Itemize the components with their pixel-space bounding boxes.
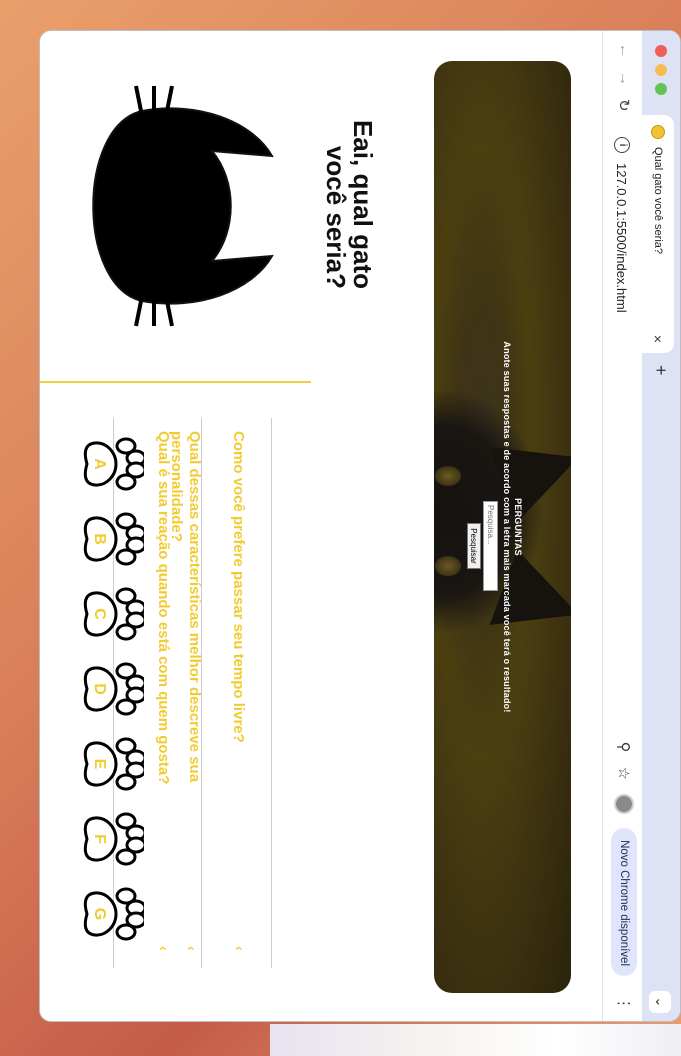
- hero-subheading: Anote suas respostas e de acordo com a l…: [502, 341, 512, 713]
- page-content: PERGUNTAS Anote suas respostas e de acor…: [39, 31, 602, 1022]
- answer-options: A B C D E F G: [80, 436, 147, 942]
- option-e-button[interactable]: E: [80, 736, 147, 792]
- back-arrow-icon[interactable]: ←: [616, 43, 633, 58]
- tab-close-icon[interactable]: ×: [650, 335, 666, 343]
- info-icon[interactable]: i: [614, 137, 630, 153]
- profile-avatar[interactable]: [614, 794, 634, 815]
- option-a-button[interactable]: A: [80, 436, 147, 492]
- question-2[interactable]: Qual dessas características melhor descr…: [167, 431, 203, 811]
- option-letter: A: [91, 458, 108, 470]
- question-2-chevron-icon[interactable]: ‹: [184, 946, 200, 951]
- search-form: Pesquisar: [467, 501, 498, 591]
- chrome-update-button[interactable]: Novo Chrome disponível: [611, 828, 637, 976]
- hero-banner: PERGUNTAS Anote suas respostas e de acor…: [434, 61, 571, 993]
- option-b-button[interactable]: B: [80, 511, 147, 567]
- rotated-viewport: Qual gato você seria? × + ⌄ ← → ↻ i 127.…: [39, 30, 681, 1022]
- window-controls: [655, 45, 667, 95]
- toolbar-actions: ⚲ ☆ Novo Chrome disponível ⋮: [611, 742, 637, 1011]
- option-d-button[interactable]: D: [80, 661, 147, 717]
- minimize-window-button[interactable]: [655, 64, 667, 76]
- tab-search-button[interactable]: ⌄: [649, 991, 671, 1013]
- question-1[interactable]: Como você prefere passar seu tempo livre…: [229, 431, 247, 811]
- url-text: 127.0.0.1:5500/index.html: [614, 163, 630, 313]
- cat-favicon-icon: [651, 125, 665, 139]
- hero-cat-eye: [435, 556, 461, 576]
- cat-silhouette-icon: [92, 85, 274, 327]
- close-window-button[interactable]: [655, 45, 667, 57]
- option-c-button[interactable]: C: [80, 586, 147, 642]
- option-letter: B: [91, 533, 108, 545]
- desktop-background-strip: [270, 1024, 681, 1056]
- question-1-chevron-icon[interactable]: ‹: [232, 946, 248, 951]
- hero-text: PERGUNTAS Anote suas respostas e de acor…: [502, 61, 523, 993]
- page-title: Eai, qual gato você seria?: [321, 119, 378, 289]
- new-tab-button[interactable]: +: [650, 365, 671, 376]
- address-bar[interactable]: i 127.0.0.1:5500/index.html: [607, 127, 637, 727]
- star-icon[interactable]: ☆: [615, 767, 633, 780]
- question-3-chevron-icon[interactable]: ‹: [156, 946, 172, 951]
- tab-strip: Qual gato você seria? × + ⌄: [642, 31, 680, 1022]
- tab-active[interactable]: Qual gato você seria? ×: [642, 115, 674, 353]
- question-divider: [271, 418, 272, 968]
- option-letter: F: [91, 834, 108, 844]
- search-button[interactable]: Pesquisar: [467, 523, 481, 569]
- option-g-button[interactable]: G: [80, 886, 147, 942]
- option-letter: C: [91, 608, 108, 620]
- option-letter: E: [91, 758, 108, 770]
- maximize-window-button[interactable]: [655, 83, 667, 95]
- forward-arrow-icon[interactable]: →: [616, 71, 633, 86]
- tab-title: Qual gato você seria?: [652, 147, 664, 255]
- section-divider: [39, 381, 311, 383]
- zoom-icon[interactable]: ⚲: [615, 742, 633, 753]
- browser-toolbar: ← → ↻ i 127.0.0.1:5500/index.html ⚲ ☆ No…: [602, 31, 642, 1022]
- hero-heading: PERGUNTAS: [513, 498, 523, 556]
- hero-cat-eye: [435, 466, 461, 486]
- search-input[interactable]: [483, 501, 498, 591]
- option-letter: G: [91, 907, 108, 921]
- option-letter: D: [91, 683, 108, 695]
- reload-icon[interactable]: ↻: [615, 99, 633, 112]
- kebab-menu-icon[interactable]: ⋮: [615, 996, 633, 1011]
- browser-window: Qual gato você seria? × + ⌄ ← → ↻ i 127.…: [39, 30, 681, 1022]
- option-f-button[interactable]: F: [80, 811, 147, 867]
- question-3[interactable]: Qual é sua reação quando está com quem g…: [154, 431, 172, 811]
